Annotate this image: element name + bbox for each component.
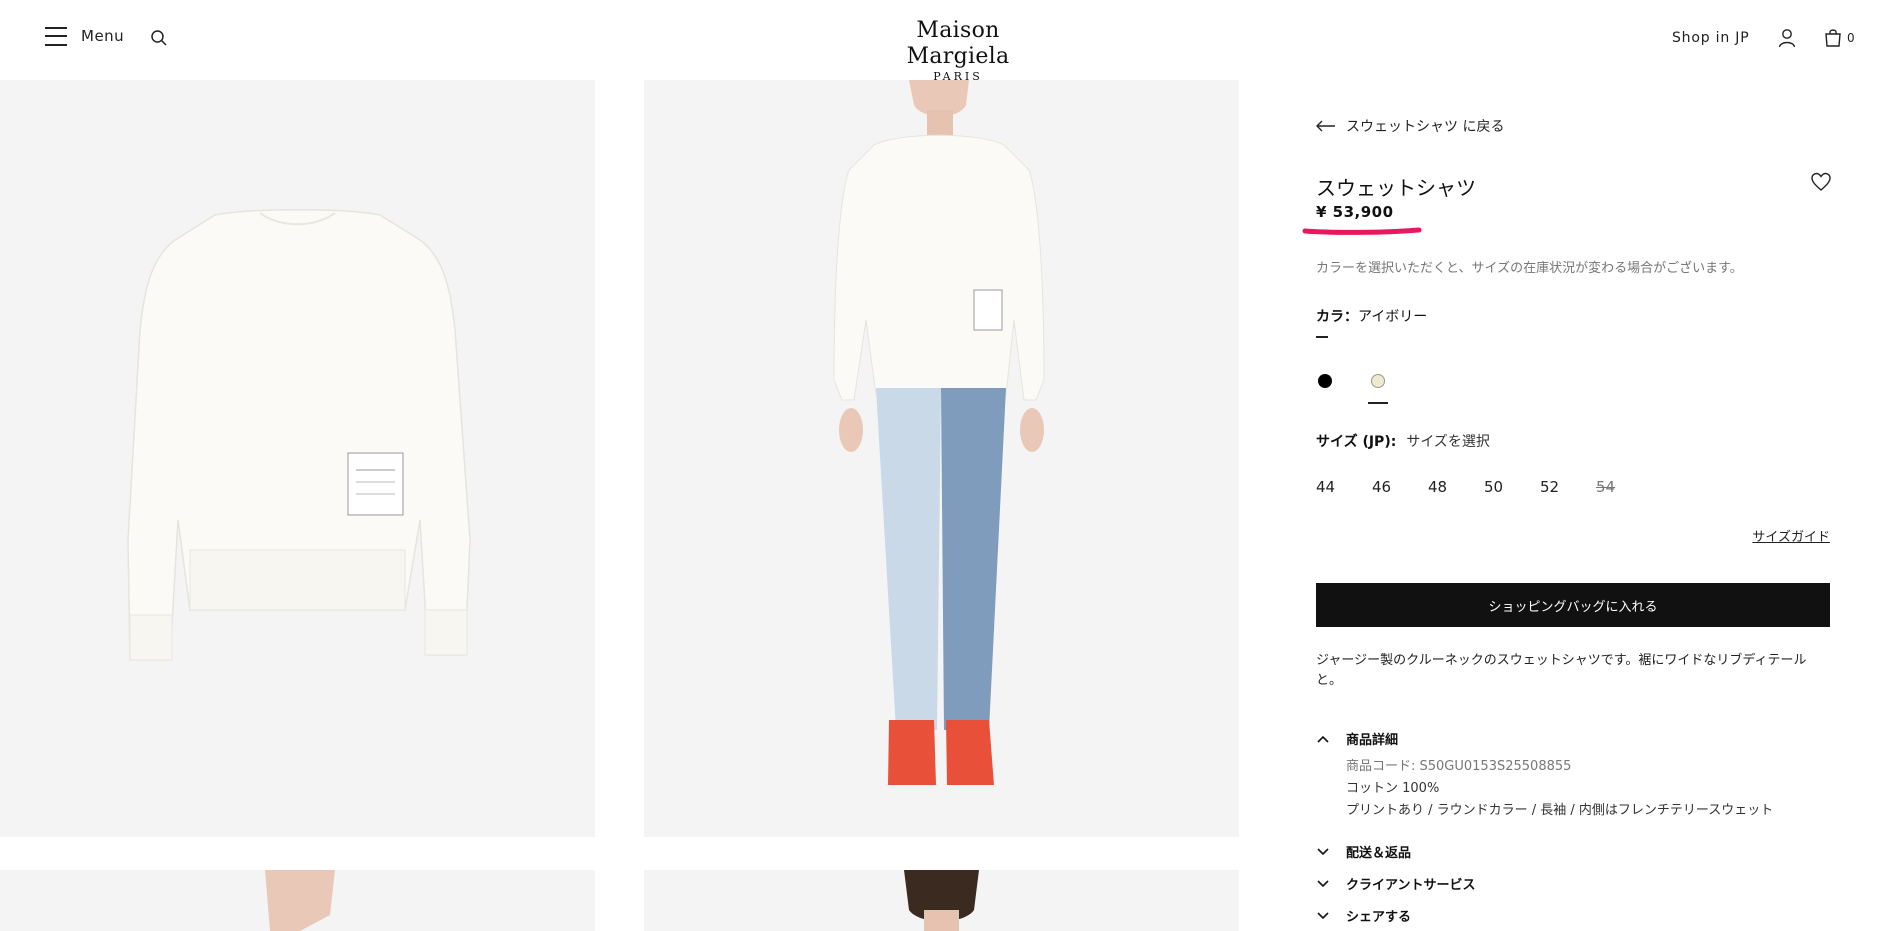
menu-label: Menu <box>81 27 125 45</box>
product-material: コットン 100% <box>1346 781 1440 796</box>
color-label: カラ： <box>1316 309 1358 325</box>
size-option-44[interactable]: 44 <box>1316 478 1335 496</box>
color-swatch-ivory[interactable] <box>1371 374 1385 388</box>
product-code: 商品コード: S50GU0153S25508855 <box>1346 759 1572 774</box>
brand-logo[interactable]: Maison Margiela PARIS <box>868 18 1048 84</box>
product-description: ジャージー製のクルーネックのスウェットシャツです。裾にワイドなリブディテールと。 <box>1316 653 1807 688</box>
model-wearing-image <box>833 80 1045 785</box>
product-image-side[interactable] <box>0 870 595 931</box>
account-icon[interactable] <box>1778 28 1796 48</box>
model-back-image <box>904 870 979 931</box>
menu-button[interactable]: Menu <box>45 26 124 46</box>
accordion-details-title: 商品詳細 <box>1346 733 1399 748</box>
bag-count: 0 <box>1847 30 1855 45</box>
price-highlight-mark <box>1302 227 1422 235</box>
chevron-down-icon <box>1317 911 1329 919</box>
size-option-52[interactable]: 52 <box>1540 478 1559 496</box>
size-option-50[interactable]: 50 <box>1484 478 1503 496</box>
search-icon[interactable] <box>150 29 168 47</box>
selected-swatch-indicator <box>1368 402 1388 404</box>
product-image-front[interactable] <box>0 80 595 837</box>
chevron-down-icon <box>1317 847 1329 855</box>
site-header: Menu Maison Margiela PARIS Shop in JP 0 <box>0 0 1896 83</box>
color-value: アイボリー <box>1358 309 1428 325</box>
accordion-client-service[interactable]: クライアントサービス <box>1316 874 1475 893</box>
size-guide-link[interactable]: サイズガイド <box>1752 526 1830 545</box>
add-to-bag-button[interactable]: ショッピングバッグに入れる <box>1316 583 1830 627</box>
product-image-model[interactable] <box>644 80 1239 837</box>
product-features: プリントあり / ラウンドカラー / 長袖 / 内側はフレンチテリースウェット <box>1346 803 1774 818</box>
size-option-54[interactable]: 54 <box>1596 478 1615 496</box>
size-selection-label: サイズ (JP): サイズを選択 <box>1316 431 1490 451</box>
arrow-left-icon <box>1316 120 1335 132</box>
hamburger-icon <box>45 26 67 46</box>
accordion-share[interactable]: シェアする <box>1316 906 1411 925</box>
chevron-up-icon <box>1317 735 1329 743</box>
product-image-back[interactable] <box>644 870 1239 931</box>
color-divider <box>1316 336 1328 338</box>
accordion-client-title: クライアントサービス <box>1346 878 1476 893</box>
size-value: サイズを選択 <box>1406 434 1490 450</box>
size-option-46[interactable]: 46 <box>1372 478 1391 496</box>
sweatshirt-flat-image <box>127 209 471 661</box>
accordion-shipping-returns[interactable]: 配送＆返品 <box>1316 842 1411 861</box>
accordion-share-title: シェアする <box>1346 910 1412 925</box>
size-option-48[interactable]: 48 <box>1428 478 1447 496</box>
size-label: サイズ (JP): <box>1316 434 1397 450</box>
product-details-body: 商品コード: S50GU0153S25508855 コットン 100% プリント… <box>1346 756 1773 822</box>
model-side-image <box>265 870 335 931</box>
back-to-category-link[interactable]: スウェットシャツ に戻る <box>1316 116 1504 136</box>
stock-note: カラーを選択いただくと、サイズの在庫状況が変わる場合がございます。 <box>1316 261 1743 276</box>
shopping-bag-icon <box>1825 29 1841 47</box>
product-title: スウェットシャツ <box>1316 176 1476 200</box>
back-link-label: スウェットシャツ に戻る <box>1346 119 1505 135</box>
product-price: ¥ 53,900 <box>1316 203 1394 221</box>
heart-icon[interactable] <box>1810 172 1832 192</box>
color-swatch-black[interactable] <box>1318 374 1332 388</box>
brand-name: Maison Margiela <box>906 18 1010 69</box>
accordion-shipping-title: 配送＆返品 <box>1346 846 1412 861</box>
chevron-down-icon <box>1317 879 1329 887</box>
shopping-bag-button[interactable]: 0 <box>1824 28 1855 47</box>
accordion-product-details[interactable]: 商品詳細 <box>1316 729 1398 748</box>
shop-in-country-link[interactable]: Shop in JP <box>1672 30 1749 46</box>
color-selection-label: カラ：アイボリー <box>1316 306 1427 326</box>
